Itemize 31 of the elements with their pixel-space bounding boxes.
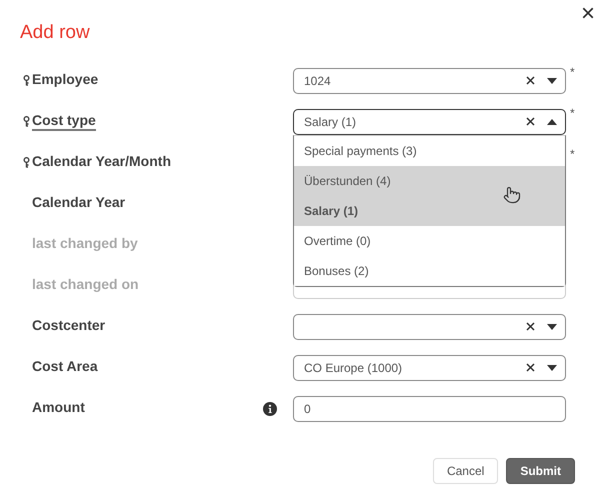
close-button[interactable]: ×: [580, 4, 595, 24]
select-field[interactable]: CO Europe (1000): [293, 354, 566, 380]
clear-icon[interactable]: [526, 322, 535, 331]
amount-input[interactable]: 0: [293, 396, 566, 422]
required-mark: *: [569, 106, 576, 120]
dropdown-option[interactable]: Salary (1): [294, 196, 565, 226]
caret-icon[interactable]: [547, 364, 557, 370]
clear-icon[interactable]: [526, 363, 535, 372]
submit-button[interactable]: Submit: [506, 458, 575, 484]
select-field[interactable]: [293, 314, 566, 340]
caret-icon[interactable]: [547, 118, 557, 124]
required-mark: *: [569, 65, 576, 79]
caret-icon[interactable]: [547, 78, 557, 84]
clear-icon[interactable]: [526, 117, 535, 126]
field-label: Employee: [32, 71, 98, 89]
hand-cursor-icon: [503, 186, 521, 204]
field-label: Calendar Year: [32, 194, 126, 212]
field-label: last changed on: [32, 276, 139, 294]
field-label: Costcenter: [32, 317, 106, 335]
select-field[interactable]: 1024: [293, 68, 566, 94]
clear-icon[interactable]: [526, 76, 535, 85]
cancel-button[interactable]: Cancel: [432, 458, 498, 484]
info-icon[interactable]: [263, 402, 277, 416]
required-mark: *: [569, 147, 576, 161]
field-label: last changed by: [32, 235, 138, 253]
field-label: Cost type: [32, 112, 96, 131]
caret-icon[interactable]: [547, 324, 557, 330]
field-label: Calendar Year/Month: [32, 153, 172, 171]
dialog-title: Add row: [20, 21, 91, 45]
field-label: Amount: [32, 399, 85, 417]
field-label: Cost Area: [32, 358, 98, 376]
